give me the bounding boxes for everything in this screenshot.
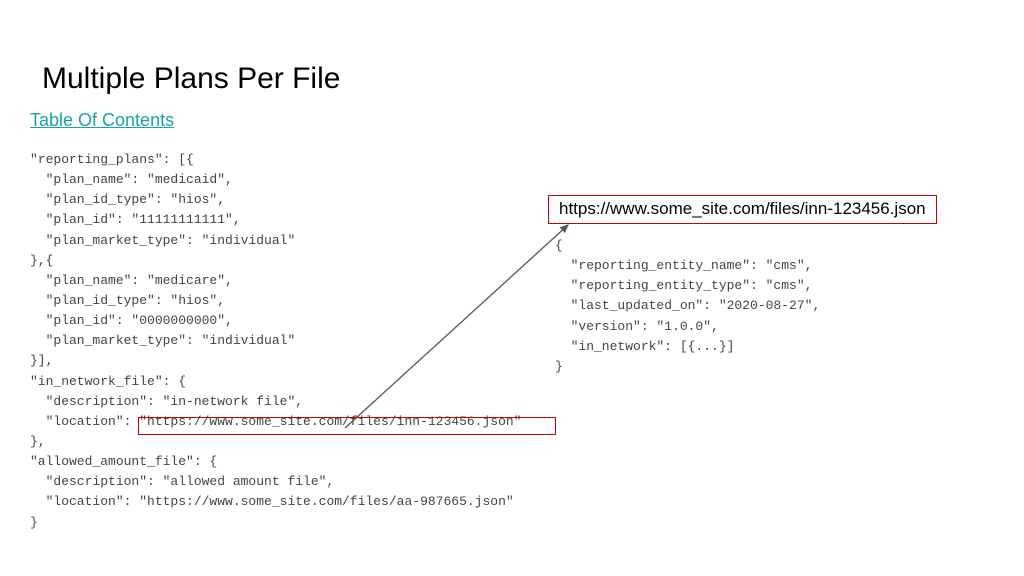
code-block-right: { "reporting_entity_name": "cms", "repor… bbox=[555, 236, 975, 377]
page-title: Multiple Plans Per File bbox=[42, 62, 340, 96]
code-block-left: "reporting_plans": [{ "plan_name": "medi… bbox=[30, 150, 550, 533]
toc-link[interactable]: Table Of Contents bbox=[30, 110, 174, 131]
url-callout-box: https://www.some_site.com/files/inn-1234… bbox=[548, 195, 937, 224]
slide: Multiple Plans Per File Table Of Content… bbox=[0, 0, 1024, 576]
